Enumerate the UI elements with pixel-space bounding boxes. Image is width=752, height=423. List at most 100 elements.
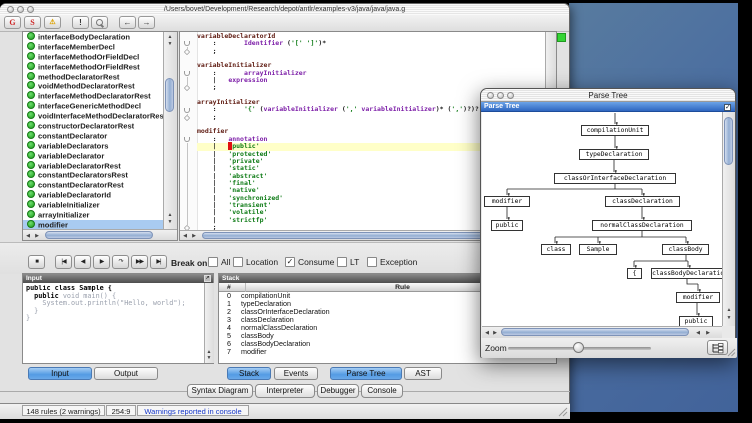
checkbox-all[interactable]: All [208,257,230,267]
parse-tree-canvas[interactable]: compilationUnit typeDeclaration classOrInt… [482,112,722,326]
scroll-down-icon[interactable]: ▼ [205,355,213,361]
tab-parse-tree[interactable]: Parse Tree [330,367,402,380]
rule-list-item[interactable]: interfaceMethodOrFieldRest [23,62,163,72]
column-divider [245,283,246,292]
rule-list-item[interactable]: interfaceMethodOrFieldDecl [23,52,163,62]
syntax-icon-button[interactable]: S [24,16,41,29]
scroll-up-icon[interactable]: ▲ [166,212,174,218]
checkbox-exception[interactable]: Exception [367,257,417,267]
rule-list-item[interactable]: arrayInitializer [23,210,163,220]
parse-tree-header-checkbox[interactable]: ✓ [724,104,731,111]
back-button[interactable]: ← [119,16,136,29]
input-code[interactable]: public class Sample { public void main()… [26,285,202,362]
parse-tree-vertical-scrollbar[interactable]: ▲ ▼ [722,112,735,326]
detach-panel-icon[interactable]: ↗ [204,275,211,282]
debug-icon-button[interactable]: ! [72,16,89,29]
tree-node[interactable]: modifier [676,292,720,303]
rule-list-item[interactable]: interfaceMethodDeclaratorRest [23,91,163,101]
tab-events[interactable]: Events [274,367,318,380]
tree-layout-button[interactable] [707,340,728,355]
grammar-icon-button[interactable]: G [4,16,21,29]
scroll-up-icon[interactable]: ▲ [166,34,174,40]
forward-button[interactable]: → [138,16,155,29]
warnings-status-link[interactable]: Warnings reported in console [137,405,249,416]
tab-stack[interactable]: Stack [227,367,271,380]
rule-icon [27,200,35,208]
rule-list-vertical-scrollbar[interactable]: ▲ ▼ ▲ ▼ [163,32,177,229]
scroll-left-icon[interactable]: ◀ [24,233,32,239]
tree-node[interactable]: modifier [484,196,530,207]
rule-list-item[interactable]: constantDeclaratorRest [23,180,163,190]
scroll-down-icon[interactable]: ▼ [166,219,174,225]
tab-output[interactable]: Output [94,367,158,380]
rule-label: variableInitializer [38,201,100,210]
window-resize-grip[interactable] [558,407,568,417]
editor-line[interactable]: | expression [197,77,546,84]
view-tab-syntax-diagram[interactable]: Syntax Diagram [187,384,253,398]
rule-list-item[interactable]: variableDeclarator [23,151,163,161]
scroll-up-icon[interactable]: ▲ [725,307,733,313]
scrollbar-thumb[interactable] [165,78,174,112]
tree-node[interactable]: typeDeclaration [579,149,649,160]
checkbox-location[interactable]: Location [233,257,278,267]
parse-tree-titlebar[interactable]: Parse Tree [481,89,735,102]
rule-list-item[interactable]: voidMethodDeclaratorRest [23,81,163,91]
tree-node[interactable]: classBody [662,244,709,255]
input-vertical-scrollbar[interactable]: ▲ ▼ [204,283,214,363]
view-tab-interpreter[interactable]: Interpreter [255,384,315,398]
checkbox-lt[interactable]: LT [337,257,359,267]
scrollbar-thumb[interactable] [202,232,522,239]
scroll-right-icon[interactable]: ▶ [190,233,198,239]
tab-input[interactable]: Input [28,367,92,380]
tree-node[interactable]: classOrInterfaceDeclaration [554,173,676,184]
rule-list-item[interactable]: variableDeclaratorRest [23,161,163,171]
scroll-down-icon[interactable]: ▼ [725,315,733,321]
scroll-left-icon[interactable]: ◀ [694,330,702,336]
tree-node[interactable]: classBodyDeclaration [651,268,722,279]
scroll-left-icon[interactable]: ◀ [181,233,189,239]
parse-tree-horizontal-scrollbar[interactable]: ◀ ▶ ◀ ▶ [482,326,722,338]
tree-node[interactable]: class [541,244,571,255]
parse-tree-header[interactable]: Parse Tree ✓ [481,102,735,112]
editor-line[interactable]: ; [197,48,546,55]
tree-node[interactable]: public [679,316,713,326]
rule-list-item[interactable]: variableDeclaratorId [23,190,163,200]
tree-node[interactable]: compilationUnit [581,125,649,136]
scroll-right-icon[interactable]: ▶ [491,330,499,336]
editor-line[interactable]: : Identifier ('[' ']')* [197,40,546,47]
zoom-slider-thumb[interactable] [573,342,584,353]
scroll-down-icon[interactable]: ▼ [166,41,174,47]
tab-ast[interactable]: AST [404,367,442,380]
rule-list-item[interactable]: variableInitializer [23,200,163,210]
input-panel-header[interactable]: Input ↗ [23,274,213,283]
gutter-start-mark [184,137,190,142]
rule-list-horizontal-scrollbar[interactable]: ◀ ▶ [23,229,177,240]
rule-list-item[interactable]: methodDeclaratorRest [23,72,163,82]
tree-node[interactable]: classDeclaration [605,196,680,207]
checkbox-consume[interactable]: ✓Consume [285,257,334,267]
scrollbar-thumb[interactable] [501,328,689,336]
rule-list-item[interactable]: interfaceGenericMethodDecl [23,101,163,111]
rule-list-item[interactable]: constantDeclarator [23,131,163,141]
rule-list-item[interactable]: constantDeclaratorsRest [23,170,163,180]
window-resize-grip[interactable] [727,348,736,357]
rule-list-item[interactable]: modifier [23,220,163,229]
rule-list-item[interactable]: variableDeclarators [23,141,163,151]
tree-node[interactable]: public [491,220,523,231]
view-tab-console[interactable]: Console [361,384,403,398]
scroll-left-icon[interactable]: ◀ [483,330,491,336]
rule-list-item[interactable]: voidInterfaceMethodDeclaratorRest [23,111,163,121]
scroll-right-icon[interactable]: ▶ [704,330,712,336]
tree-node[interactable]: { [627,268,642,279]
tree-node[interactable]: Sample [579,244,617,255]
tree-node[interactable]: normalClassDeclaration [592,220,692,231]
rule-list-item[interactable]: interfaceMemberDecl [23,42,163,52]
scroll-right-icon[interactable]: ▶ [33,233,41,239]
view-tab-debugger[interactable]: Debugger [317,384,359,398]
warning-icon-button[interactable]: ⚠ [44,16,61,29]
rule-list-item[interactable]: interfaceBodyDeclaration [23,32,163,42]
find-icon-button[interactable] [91,16,108,29]
scrollbar-thumb[interactable] [724,117,733,165]
rule-list-item[interactable]: constructorDeclaratorRest [23,121,163,131]
scrollbar-thumb[interactable] [45,231,153,239]
